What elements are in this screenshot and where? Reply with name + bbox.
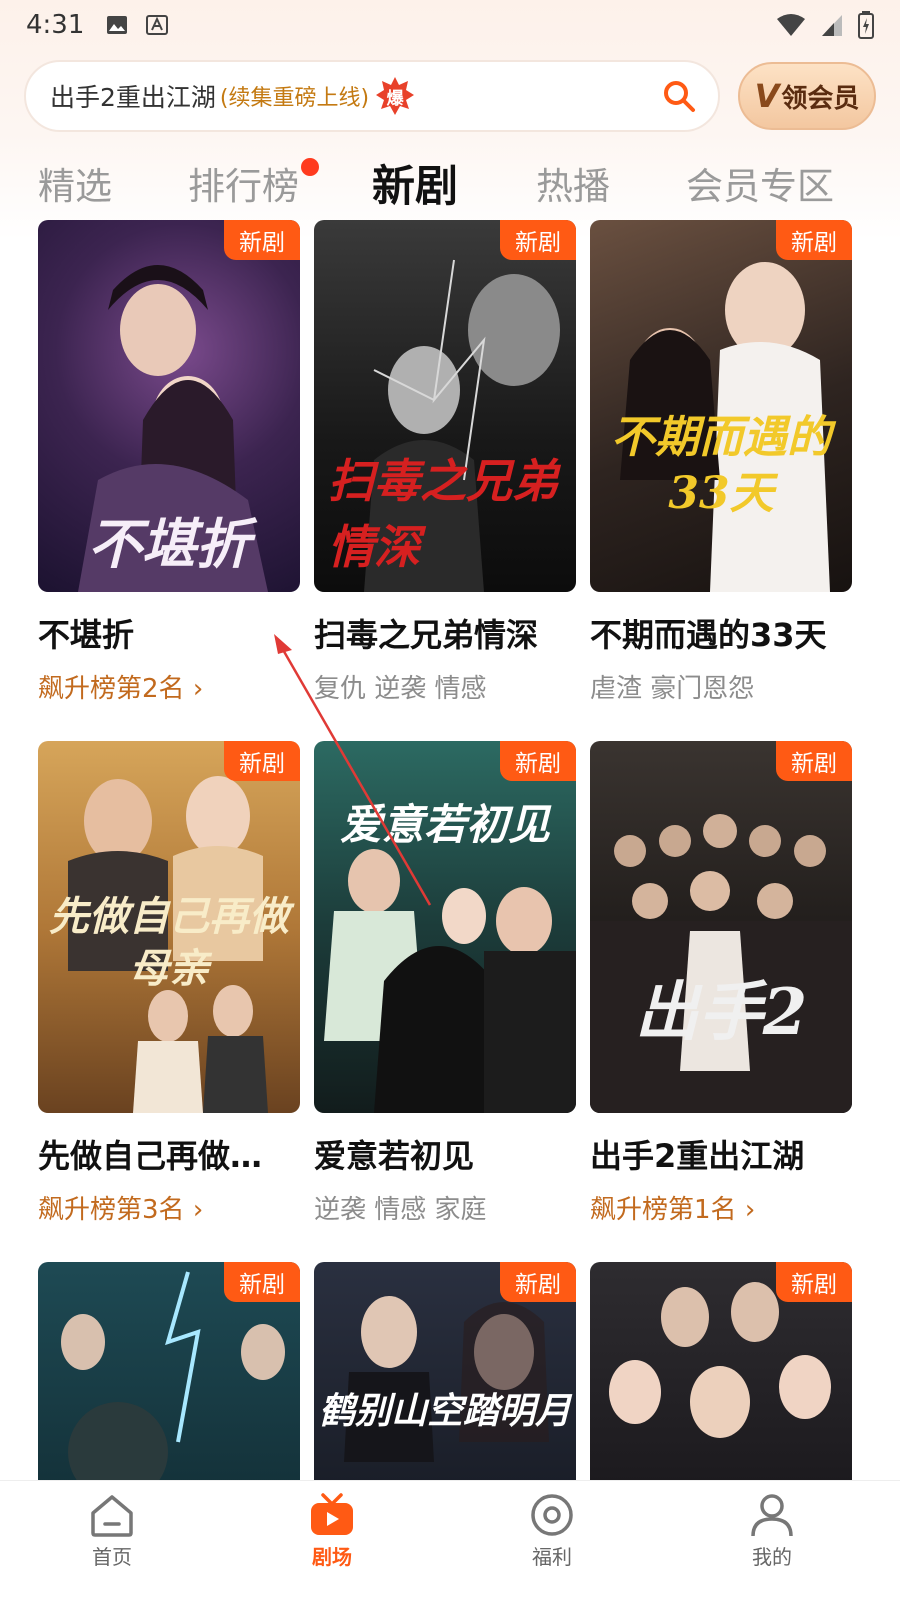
poster-title-art: 先做自己再做母亲 — [49, 893, 289, 992]
nav-label: 剧场 — [312, 1545, 352, 1569]
status-time: 4:31 — [26, 10, 85, 40]
hot-badge-label: 爆 — [386, 88, 404, 109]
poster-title-art: 扫毒之兄弟情深 — [328, 454, 558, 574]
vip-label: 领会员 — [781, 83, 860, 114]
wifi-icon — [777, 14, 805, 36]
drama-card[interactable]: 扫毒之兄弟情深 新剧 扫毒之兄弟情深 复仇 逆袭 情感 — [314, 220, 578, 705]
card-title: 不期而遇的33天 — [590, 616, 827, 654]
search-hint-sub: (续集重磅上线) — [219, 86, 370, 111]
drama-poster[interactable]: 扫毒之兄弟情深 新剧 — [314, 220, 576, 592]
hot-badge: 爆 — [375, 76, 415, 116]
welfare-icon — [531, 1494, 573, 1536]
tab-featured[interactable]: 精选 — [38, 156, 112, 210]
card-rank-text: 飙升榜第3名 — [38, 1195, 185, 1225]
poster-image — [590, 220, 852, 592]
tab-vip-zone[interactable]: 会员专区 — [686, 156, 834, 210]
nav-profile[interactable]: 我的 — [712, 1493, 832, 1570]
nav-label: 福利 — [532, 1545, 572, 1569]
card-rank[interactable]: 飙升榜第2名 › — [38, 668, 302, 705]
new-drama-badge: 新剧 — [776, 1262, 852, 1302]
card-title: 先做自己再做… — [38, 1137, 263, 1175]
chevron-right-icon: › — [192, 674, 204, 704]
font-icon — [146, 15, 169, 35]
new-drama-badge: 新剧 — [224, 741, 300, 781]
nav-home[interactable]: 首页 — [52, 1493, 172, 1570]
drama-poster[interactable]: 不期而遇的33天 新剧 — [590, 220, 852, 592]
tab-ranking-dot — [301, 158, 319, 176]
drama-card[interactable]: 先做自己再做母亲 新剧 先做自己再做… 飙升榜第3名 › — [38, 741, 302, 1226]
card-rank-text: 飙升榜第2名 — [38, 674, 185, 704]
poster-title-art: 不期而遇的33天 — [611, 412, 831, 519]
tab-trending[interactable]: 热播 — [536, 156, 610, 210]
chevron-right-icon: › — [744, 1195, 756, 1225]
drama-card[interactable]: 出手2 新剧 出手2重出江湖 飙升榜第1名 › — [590, 741, 854, 1226]
chevron-right-icon: › — [192, 1195, 204, 1225]
poster-title-art: 出手2 — [634, 975, 808, 1050]
drama-poster[interactable]: 出手2 新剧 — [590, 741, 852, 1113]
card-tags: 复仇 逆袭 情感 — [314, 674, 487, 704]
poster-title-art: 不堪折 — [88, 512, 250, 576]
vip-v-icon: V — [754, 77, 780, 115]
drama-card[interactable]: 不期而遇的33天 新剧 不期而遇的33天 虐渣 豪门恩怨 — [590, 220, 854, 705]
card-rank[interactable]: 飙升榜第1名 › — [590, 1189, 854, 1226]
poster-title-art: 爱意若初见 — [339, 800, 550, 849]
poster-title-art: 鹤别山空踏明月 — [318, 1390, 571, 1432]
home-icon — [91, 1495, 133, 1537]
new-drama-badge: 新剧 — [776, 741, 852, 781]
card-rank-text: 飙升榜第1名 — [590, 1195, 737, 1225]
gallery-icon — [107, 16, 128, 34]
drama-card[interactable]: 不堪折 新剧 不堪折 飙升榜第2名 › — [38, 220, 302, 705]
bottom-nav: 首页 剧场 福利 我的 — [0, 1480, 900, 1600]
card-tags: 虐渣 豪门恩怨 — [590, 674, 755, 704]
search-icon[interactable] — [662, 79, 696, 113]
drama-poster[interactable]: 爱意若初见 新剧 — [314, 741, 576, 1113]
new-drama-badge: 新剧 — [224, 1262, 300, 1302]
poster-image — [590, 741, 852, 1113]
card-title: 爱意若初见 — [314, 1137, 475, 1175]
card-title: 出手2重出江湖 — [590, 1137, 805, 1175]
new-drama-badge: 新剧 — [500, 1262, 576, 1302]
theater-icon — [311, 1493, 353, 1535]
signal-icon — [822, 15, 842, 36]
drama-poster[interactable]: 不堪折 新剧 — [38, 220, 300, 592]
card-rank[interactable]: 飙升榜第3名 › — [38, 1189, 302, 1226]
status-bar: 4:31 — [0, 0, 900, 50]
battery-icon — [858, 11, 874, 39]
card-title: 扫毒之兄弟情深 — [314, 616, 539, 654]
drama-card[interactable]: 爱意若初见 新剧 爱意若初见 逆袭 情感 家庭 — [314, 741, 578, 1226]
nav-label: 首页 — [92, 1545, 132, 1569]
profile-icon — [751, 1494, 793, 1537]
vip-button[interactable]: V 领会员 — [738, 62, 876, 130]
nav-label: 我的 — [752, 1545, 792, 1569]
new-drama-badge: 新剧 — [224, 220, 300, 260]
tab-new-drama[interactable]: 新剧 — [372, 152, 458, 214]
card-title: 不堪折 — [38, 616, 135, 654]
drama-poster[interactable]: 先做自己再做母亲 新剧 — [38, 741, 300, 1113]
new-drama-badge: 新剧 — [500, 741, 576, 781]
search-hint-title: 出手2重出江湖 — [50, 83, 216, 112]
card-tags: 逆袭 情感 家庭 — [314, 1195, 487, 1225]
nav-theater[interactable]: 剧场 — [272, 1493, 392, 1570]
new-drama-badge: 新剧 — [776, 220, 852, 260]
tab-ranking[interactable]: 排行榜 — [188, 156, 299, 210]
search-bar[interactable]: 出手2重出江湖 (续集重磅上线) 爆 — [24, 60, 720, 132]
category-tabs: 精选 排行榜 新剧 热播 会员专区 — [0, 150, 900, 220]
new-drama-badge: 新剧 — [500, 220, 576, 260]
nav-welfare[interactable]: 福利 — [492, 1493, 612, 1570]
